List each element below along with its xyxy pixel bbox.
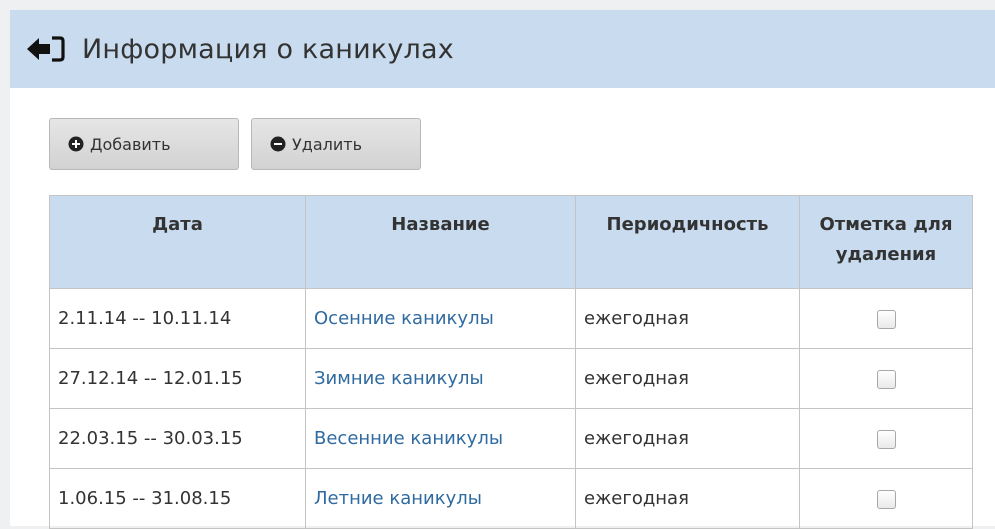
delete-mark-cell xyxy=(799,348,973,409)
date-cell: 27.12.14 -- 12.01.15 xyxy=(49,348,306,409)
delete-mark-cell xyxy=(799,468,973,529)
table-row: 1.06.15 -- 31.08.15 Летние каникулы ежег… xyxy=(49,468,973,529)
table-row: 2.11.14 -- 10.11.14 Осенние каникулы еже… xyxy=(49,288,973,349)
holidays-panel: Информация о каникулах Добавить Удалить xyxy=(10,10,995,529)
column-header-periodicity[interactable]: Периодичность xyxy=(575,195,800,289)
plus-circle-icon xyxy=(68,136,84,152)
holiday-name-link[interactable]: Летние каникулы xyxy=(305,468,576,529)
remove-button[interactable]: Удалить xyxy=(251,118,421,170)
periodicity-cell: ежегодная xyxy=(575,348,800,409)
table-row: 22.03.15 -- 30.03.15 Весенние каникулы е… xyxy=(49,408,973,469)
date-cell: 1.06.15 -- 31.08.15 xyxy=(49,468,306,529)
holiday-name-link[interactable]: Зимние каникулы xyxy=(305,348,576,409)
periodicity-cell: ежегодная xyxy=(575,288,800,349)
delete-checkbox[interactable] xyxy=(876,429,896,449)
column-header-name[interactable]: Название xyxy=(305,195,576,289)
table-header-row: Дата Название Периодичность Отметка для … xyxy=(49,195,973,289)
periodicity-cell: ежегодная xyxy=(575,468,800,529)
holidays-table: Дата Название Периодичность Отметка для … xyxy=(49,195,973,529)
date-cell: 22.03.15 -- 30.03.15 xyxy=(49,408,306,469)
delete-mark-cell xyxy=(799,288,973,349)
holiday-name-link[interactable]: Осенние каникулы xyxy=(305,288,576,349)
delete-checkbox[interactable] xyxy=(876,369,896,389)
sign-out-icon[interactable] xyxy=(26,34,68,64)
page-header: Информация о каникулах xyxy=(10,10,995,88)
remove-button-label: Удалить xyxy=(292,134,362,154)
add-button[interactable]: Добавить xyxy=(49,118,239,170)
page-title: Информация о каникулах xyxy=(82,33,454,65)
date-cell: 2.11.14 -- 10.11.14 xyxy=(49,288,306,349)
toolbar: Добавить Удалить xyxy=(49,118,421,170)
periodicity-cell: ежегодная xyxy=(575,408,800,469)
column-header-delete-mark[interactable]: Отметка для удаления xyxy=(799,195,973,289)
minus-circle-icon xyxy=(270,136,286,152)
column-header-date[interactable]: Дата xyxy=(49,195,306,289)
delete-checkbox[interactable] xyxy=(876,309,896,329)
holiday-name-link[interactable]: Весенние каникулы xyxy=(305,408,576,469)
delete-checkbox[interactable] xyxy=(876,489,896,509)
table-row: 27.12.14 -- 12.01.15 Зимние каникулы еже… xyxy=(49,348,973,409)
add-button-label: Добавить xyxy=(90,134,171,154)
delete-mark-cell xyxy=(799,408,973,469)
